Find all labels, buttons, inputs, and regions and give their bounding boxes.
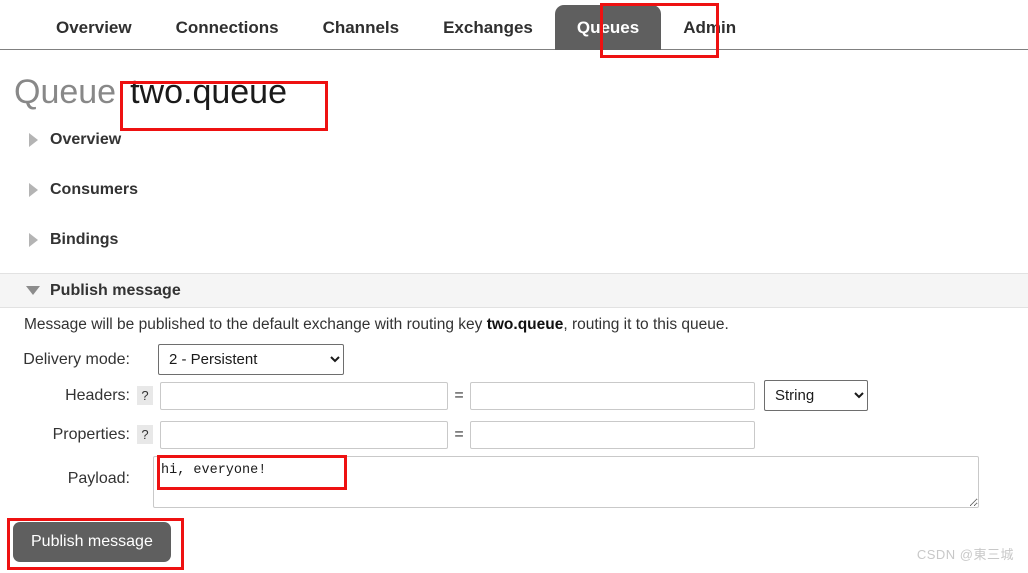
nav-tab-overview-label: Overview <box>56 18 132 37</box>
section-overview[interactable]: Overview <box>0 126 1028 154</box>
properties-label: Properties: <box>52 425 130 443</box>
nav-tab-channels-label: Channels <box>322 18 400 37</box>
chevron-right-icon <box>24 133 42 147</box>
publish-description-post: , routing it to this queue. <box>563 316 729 333</box>
nav-tab-admin-label: Admin <box>683 18 737 37</box>
publish-button-wrapper: Publish message <box>13 522 171 562</box>
nav-tab-queues-label: Queues <box>576 18 640 37</box>
publish-message-button[interactable]: Publish message <box>13 522 171 562</box>
publish-description-pre: Message will be published to the default… <box>24 316 487 333</box>
section-overview-label: Overview <box>50 131 122 148</box>
properties-help-icon[interactable]: ? <box>137 425 153 444</box>
delivery-mode-select[interactable]: 2 - Persistent <box>158 344 344 375</box>
watermark: CSDN @東三城 <box>916 547 1014 562</box>
properties-value-input[interactable] <box>470 420 755 449</box>
headers-help-icon[interactable]: ? <box>137 386 153 405</box>
properties-key-input[interactable] <box>160 420 448 449</box>
top-navigation: Overview Connections Channels Exchanges … <box>0 0 1028 50</box>
headers-label: Headers: <box>65 386 130 404</box>
headers-value-input[interactable] <box>470 381 755 410</box>
payload-label: Payload: <box>67 470 130 487</box>
delivery-mode-label: Delivery mode: <box>23 350 130 368</box>
nav-tab-exchanges[interactable]: Exchanges <box>421 19 555 50</box>
headers-equals-sign: = <box>454 386 464 404</box>
nav-tab-connections[interactable]: Connections <box>154 19 301 50</box>
headers-row: Headers: ? = String <box>0 380 1028 411</box>
headers-type-select[interactable]: String <box>764 380 868 411</box>
delivery-mode-row: Delivery mode: 2 - Persistent <box>0 344 1028 375</box>
payload-textarea[interactable] <box>153 456 979 508</box>
publish-description-routing-key: two.queue <box>486 316 564 333</box>
chevron-right-icon <box>24 233 42 247</box>
page-title-queue-name: two.queue <box>130 73 287 111</box>
page-title-prefix: Queue <box>14 73 117 111</box>
nav-item-list: Overview Connections Channels Exchanges … <box>0 0 758 50</box>
section-consumers-label: Consumers <box>50 181 139 198</box>
section-publish-message-label: Publish message <box>50 281 181 299</box>
chevron-down-icon <box>24 286 42 295</box>
nav-tab-exchanges-label: Exchanges <box>443 18 533 37</box>
section-bindings-label: Bindings <box>50 231 119 248</box>
payload-row: Payload: <box>0 456 1028 508</box>
section-publish-message[interactable]: Publish message <box>0 273 1028 308</box>
headers-key-input[interactable] <box>160 381 448 410</box>
nav-tab-admin[interactable]: Admin <box>661 19 758 50</box>
publish-description: Message will be published to the default… <box>24 316 729 334</box>
nav-tab-queues[interactable]: Queues <box>554 5 662 50</box>
properties-equals-sign: = <box>454 425 464 443</box>
section-bindings[interactable]: Bindings <box>0 226 1028 254</box>
nav-tab-channels[interactable]: Channels <box>301 19 422 50</box>
nav-tab-overview[interactable]: Overview <box>34 19 154 50</box>
properties-row: Properties: ? = <box>0 420 1028 449</box>
page-title: Queue two.queue <box>14 73 287 111</box>
section-consumers[interactable]: Consumers <box>0 176 1028 204</box>
chevron-right-icon <box>24 183 42 197</box>
nav-tab-connections-label: Connections <box>175 18 279 37</box>
